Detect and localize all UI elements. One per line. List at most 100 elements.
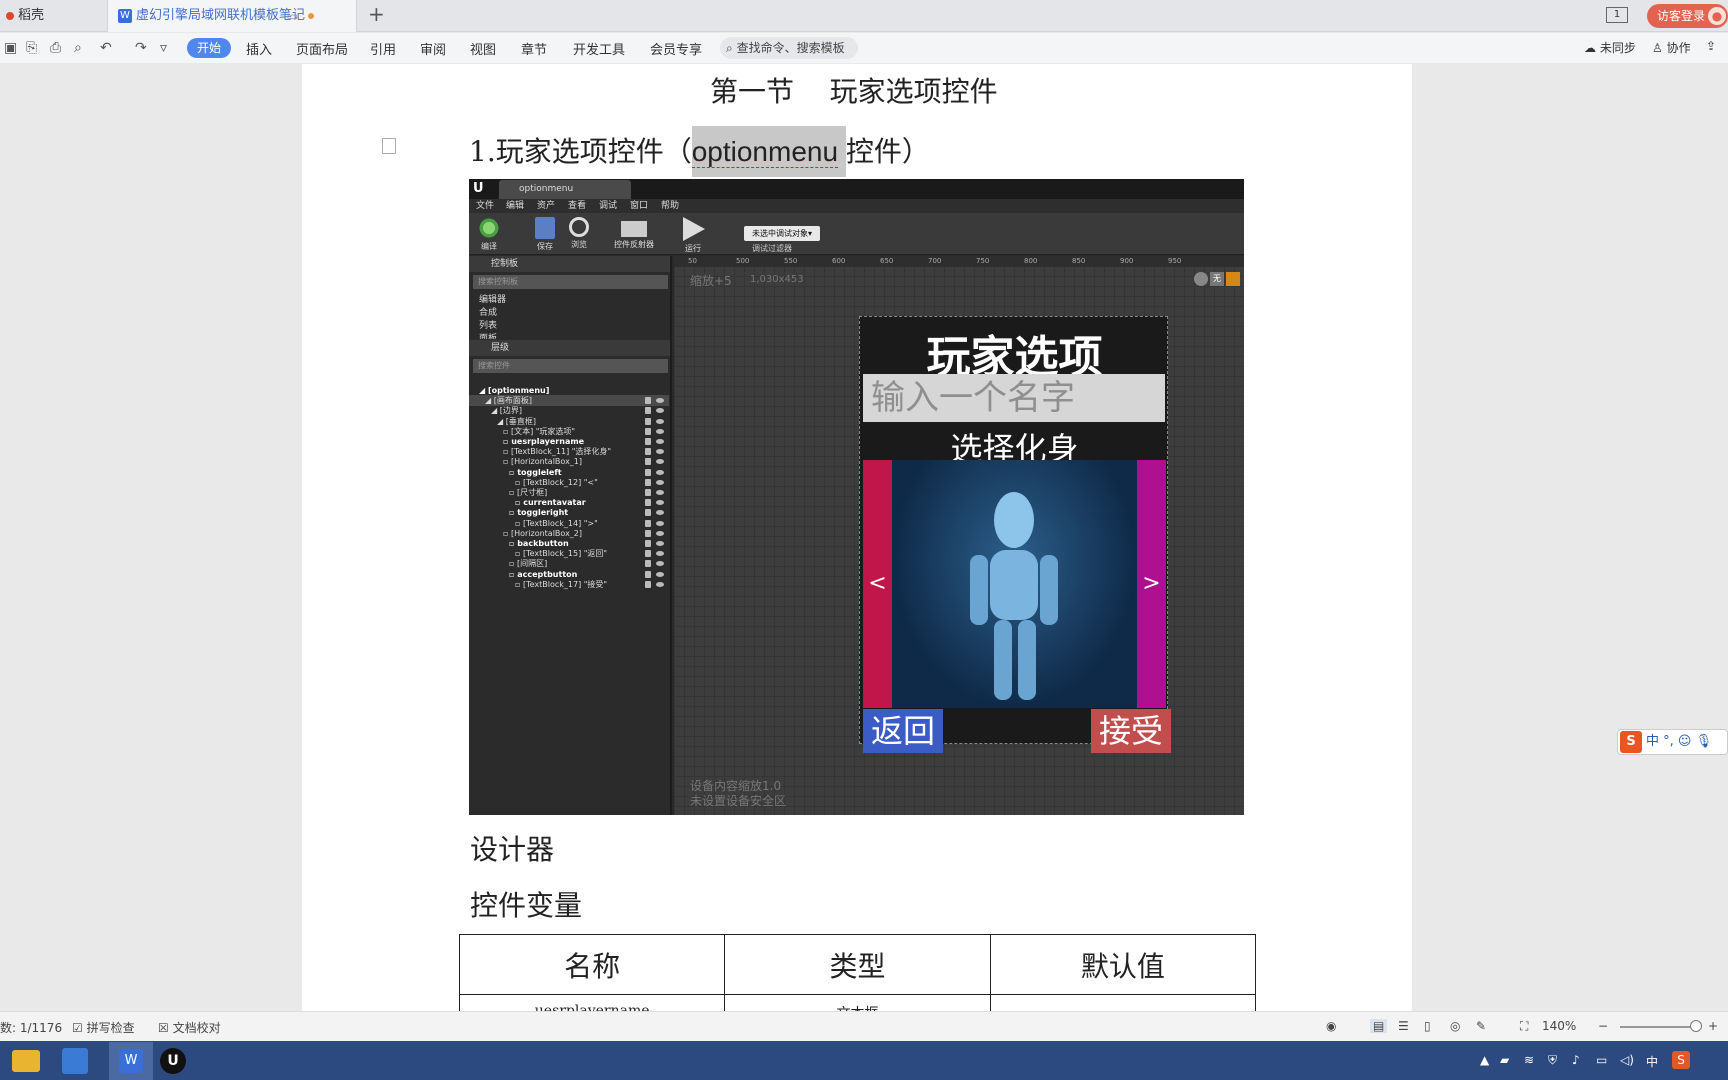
visitor-login-button[interactable]: 访客登录 ●: [1647, 4, 1728, 28]
ue-save-label: 保存: [537, 242, 553, 251]
emoji-icon[interactable]: ☺: [1678, 734, 1692, 749]
sync-status[interactable]: ☁ 未同步: [1584, 39, 1636, 56]
ribbon: ▣ ⎘ ⎙ ⌕ ↶ ↷ ▿ 开始 插入 页面布局 引用 审阅 视图 章节 开发工…: [0, 33, 1728, 63]
globe-icon: [1194, 272, 1208, 286]
mic-icon[interactable]: ♪: [1572, 1053, 1580, 1067]
tab-home[interactable]: 稻壳: [0, 0, 106, 32]
ue-menu-debug: 调试: [599, 201, 618, 211]
page-view-icon[interactable]: ▤: [1370, 1019, 1388, 1033]
output-icon[interactable]: ⎘: [26, 40, 37, 56]
ribbon-tab-reference[interactable]: 引用: [370, 39, 396, 58]
ue-reflector-button: 控件反射器: [609, 213, 659, 250]
save-icon[interactable]: ▣: [4, 40, 17, 56]
file-explorer-icon[interactable]: [12, 1050, 40, 1072]
widget-preview: 玩家选项 输入一个名字 选择化身 < > 返回 接受: [859, 316, 1171, 753]
ue-hierarchy-label: ▫ [TextBlock_15] "返回": [515, 549, 608, 559]
ue-ruler-tick: 550: [784, 257, 798, 265]
ue-menu-bar: 文件 编辑 资产 查看 调试 窗口 帮助: [469, 199, 1244, 213]
ribbon-tab-member[interactable]: 会员专享: [650, 39, 702, 58]
caption-variables: 控件变量: [470, 889, 583, 922]
sogou-tray-icon[interactable]: S: [1672, 1051, 1690, 1069]
play-icon: [683, 217, 705, 241]
share-icon[interactable]: ⇪: [1706, 39, 1716, 53]
ue-palette-item: 面板: [479, 334, 498, 339]
zoom-in-icon[interactable]: +: [1708, 1019, 1718, 1033]
ue-compile-label: 编译: [481, 242, 497, 251]
ribbon-tab-start[interactable]: 开始: [187, 38, 231, 58]
ue-hierarchy-label: ▫ toggleright: [509, 508, 569, 518]
caption-designer: 设计器: [470, 833, 555, 866]
doc-outline-icon[interactable]: [382, 138, 396, 154]
input-language[interactable]: 中: [1646, 1053, 1658, 1070]
pen-icon[interactable]: ✎: [1476, 1019, 1486, 1033]
read-view-icon[interactable]: ▯: [1424, 1019, 1431, 1033]
nvidia-icon[interactable]: ▲: [1480, 1053, 1489, 1067]
unreal-engine-icon[interactable]: U: [160, 1048, 186, 1074]
zoom-out-icon[interactable]: −: [1598, 1019, 1608, 1033]
window-count-badge[interactable]: 1: [1606, 7, 1628, 23]
zoom-level[interactable]: 140%: [1542, 1019, 1576, 1033]
tab-document[interactable]: W 虚幻引擎局域网联机模板笔记 ▭: [107, 0, 357, 32]
shield-icon[interactable]: ⛨: [1548, 1053, 1557, 1068]
heading-highlight[interactable]: optionmenu: [691, 126, 846, 177]
eye-icon: [656, 479, 664, 485]
monitor-icon[interactable]: ▭: [287, 0, 298, 32]
ime-toolbar[interactable]: S 中 °, ☺ 🎙: [1617, 729, 1728, 755]
lock-icon: [645, 427, 651, 435]
tray-app-icon[interactable]: ▰: [1500, 1053, 1509, 1067]
zoom-slider-thumb[interactable]: [1690, 1020, 1702, 1032]
tab-bar: 稻壳 W 虚幻引擎局域网联机模板笔记 ▭ + 1 访客登录 ●: [0, 0, 1728, 32]
outline-view-icon[interactable]: ☰: [1398, 1019, 1409, 1033]
wps-taskbar-button[interactable]: W: [109, 1042, 153, 1080]
fit-icon[interactable]: ⛶: [1520, 1019, 1528, 1034]
ribbon-tab-layout[interactable]: 页面布局: [296, 39, 348, 58]
undo-icon[interactable]: ↶: [100, 40, 112, 56]
eye-icon: [656, 581, 664, 587]
widget-avatar-image: [892, 460, 1137, 708]
ue-run-label: 运行: [685, 244, 701, 253]
heading-1: 1.玩家选项控件（optionmenu 控件）: [469, 126, 930, 177]
ue-hierarchy-label: ▫ toggleleft: [509, 467, 562, 477]
ribbon-tab-insert[interactable]: 插入: [246, 39, 272, 58]
print-icon[interactable]: ⎙: [50, 40, 61, 56]
ue-palette-header: 控制板: [469, 256, 670, 272]
orange-square-icon: [1226, 272, 1240, 286]
ribbon-tab-devtools[interactable]: 开发工具: [573, 39, 625, 58]
ue-hierarchy-row: ▫ [TextBlock_17] "接受": [469, 579, 669, 590]
mic-icon[interactable]: 🎙: [1696, 734, 1713, 749]
more-icon[interactable]: ▿: [160, 40, 167, 56]
ue-hierarchy-label: ◢ [画布面板]: [485, 396, 532, 406]
web-view-icon[interactable]: ◎: [1450, 1019, 1460, 1033]
collab-button[interactable]: ♙ 协作: [1652, 39, 1691, 56]
ribbon-tab-view[interactable]: 视图: [470, 39, 496, 58]
page-count[interactable]: 数: 1/1176: [0, 1019, 62, 1036]
wifi-icon[interactable]: ≋: [1524, 1053, 1534, 1067]
widget-back-button: 返回: [863, 709, 943, 753]
redo-icon[interactable]: ↷: [135, 40, 147, 56]
eye-icon: [656, 459, 664, 465]
command-search[interactable]: ⌕ 查找命令、搜索模板: [720, 37, 858, 59]
ribbon-tab-review[interactable]: 审阅: [420, 39, 446, 58]
heading-highlight-text: optionmenu: [691, 136, 839, 168]
proofread-button[interactable]: ☒ 文档校对: [158, 1019, 221, 1036]
new-tab-button[interactable]: +: [368, 2, 385, 26]
eye-icon: [656, 428, 664, 434]
ue-editor-screenshot[interactable]: U optionmenu 文件 编辑 资产 查看 调试 窗口 帮助 编译 保存 …: [469, 179, 1244, 815]
volume-icon[interactable]: ◁): [1620, 1053, 1634, 1067]
search-icon: ⌕: [726, 41, 733, 55]
lock-icon: [645, 407, 651, 415]
table-header-row: 名称 类型 默认值: [458, 934, 1257, 995]
network-icon[interactable]: ▭: [1596, 1053, 1607, 1067]
eye-icon[interactable]: ◉: [1326, 1019, 1336, 1033]
ime-mode[interactable]: 中 °,: [1646, 734, 1674, 749]
gear-icon: [476, 217, 502, 239]
spellcheck-button[interactable]: ☑ 拼写检查: [72, 1019, 135, 1036]
store-icon[interactable]: [62, 1048, 88, 1074]
section-title: 第一节 玩家选项控件: [710, 75, 998, 108]
wps-logo-icon: [6, 11, 14, 20]
ue-ruler-tick: 950: [1168, 257, 1182, 265]
ue-palette-item: 编辑器: [479, 295, 507, 305]
ue-ruler-tick: 800: [1024, 257, 1038, 265]
preview-icon[interactable]: ⌕: [74, 40, 82, 56]
ribbon-tab-chapter[interactable]: 章节: [521, 39, 547, 58]
